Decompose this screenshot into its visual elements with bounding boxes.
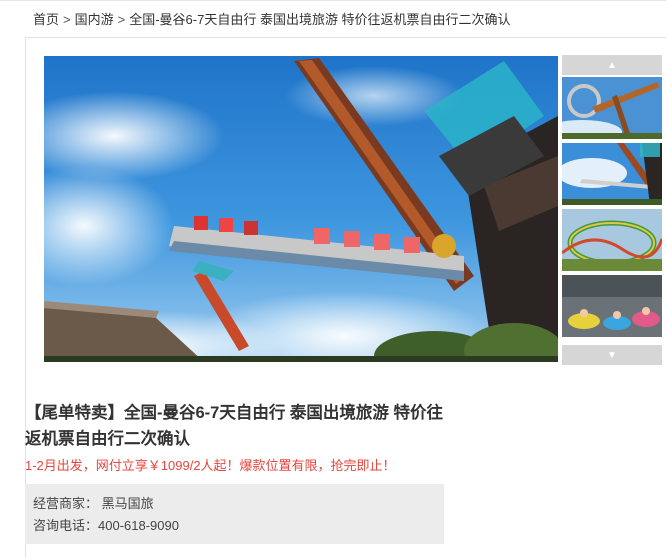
merchant-row: 经营商家： 黑马国旅 <box>33 493 154 512</box>
triangle-up-icon: ▲ <box>607 59 617 71</box>
thumbnail-pendulum-ride[interactable] <box>562 77 662 139</box>
phone-value: 400-618-9090 <box>98 518 179 533</box>
thumbnail-bumper-cars[interactable] <box>562 275 662 337</box>
phone-label: 咨询电话： <box>33 518 99 533</box>
breadcrumb-category[interactable]: 国内游 <box>75 12 114 27</box>
breadcrumb-current: 全国-曼谷6-7天自由行 泰国出境旅游 特价往返机票自由行二次确认 <box>129 12 511 27</box>
merchant-label: 经营商家： <box>33 496 99 511</box>
breadcrumb-separator: > <box>117 12 126 27</box>
breadcrumb-home[interactable]: 首页 <box>33 12 59 27</box>
merchant-info-box: 经营商家： 黑马国旅 咨询电话：400-618-9090 <box>25 484 444 544</box>
main-product-image[interactable] <box>44 56 558 362</box>
thumbnail-scroll-down-button[interactable]: ▼ <box>562 345 662 365</box>
promo-text: 1-2月出发，网付立享￥1099/2人起！爆款位置有限，抢完即止！ <box>25 458 396 473</box>
phone-row: 咨询电话：400-618-9090 <box>33 515 179 534</box>
product-title: 【尾单特卖】全国-曼谷6-7天自由行 泰国出境旅游 特价往返机票自由行二次确认 <box>25 404 444 448</box>
thumbnail-scroll-up-button[interactable]: ▲ <box>562 55 662 75</box>
top-divider <box>0 0 666 1</box>
thumbnail-swing-ride[interactable] <box>561 142 663 206</box>
merchant-value: 黑马国旅 <box>101 496 154 511</box>
triangle-down-icon: ▼ <box>607 349 617 361</box>
breadcrumb-separator: > <box>63 12 71 27</box>
thumbnail-roller-coaster[interactable] <box>562 209 662 271</box>
breadcrumb: 首页 > 国内游 > 全国-曼谷6-7天自由行 泰国出境旅游 特价往返机票自由行二次确认 <box>33 9 511 28</box>
